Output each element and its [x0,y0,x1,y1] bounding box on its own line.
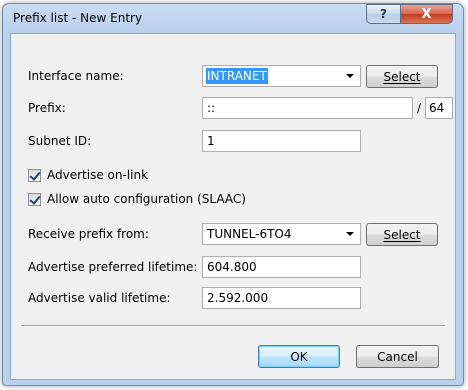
advertise-onlink-label: Advertise on-link [47,168,149,182]
cancel-button[interactable]: Cancel [356,345,439,368]
prefix-length-input[interactable]: 64 [425,97,453,119]
dialog-window: Prefix list - New Entry ? X Interface na… [2,3,464,386]
window-title: Prefix list - New Entry [13,11,143,25]
interface-select-button[interactable]: Select [366,65,438,88]
preferred-lifetime-label: Advertise preferred lifetime: [28,260,198,274]
close-icon: X [421,6,432,22]
valid-lifetime-input[interactable]: 2.592.000 [202,287,361,309]
close-button[interactable]: X [400,4,453,24]
receive-prefix-combobox[interactable]: TUNNEL-6TO4 [202,223,361,245]
dialog-body: Interface name: INTRANET Select Prefix: … [10,33,456,380]
chevron-down-icon [346,74,354,78]
subnet-id-input[interactable]: 1 [202,130,361,152]
receive-prefix-value: TUNNEL-6TO4 [207,227,292,241]
help-button[interactable]: ? [366,4,401,24]
title-bar[interactable]: Prefix list - New Entry ? X [3,4,463,32]
valid-lifetime-label: Advertise valid lifetime: [28,291,171,305]
subnet-id-label: Subnet ID: [28,134,92,148]
interface-select-label: Select [383,69,421,84]
receive-prefix-label: Receive prefix from: [28,227,149,241]
help-icon: ? [380,7,387,21]
ok-button[interactable]: OK [258,345,340,368]
receive-select-button[interactable]: Select [366,223,438,246]
interface-name-label: Interface name: [28,69,124,83]
prefix-slash: / [417,101,422,115]
interface-name-combobox[interactable]: INTRANET [202,65,361,87]
preferred-lifetime-input[interactable]: 604.800 [202,256,361,278]
slaac-checkbox[interactable] [28,193,41,206]
prefix-input[interactable]: :: [202,97,413,119]
prefix-label: Prefix: [28,101,66,115]
cancel-label: Cancel [377,349,418,364]
separator-line [21,325,445,327]
advertise-onlink-checkbox[interactable] [28,169,41,182]
slaac-label: Allow auto configuration (SLAAC) [47,192,246,206]
ok-label: OK [290,349,308,364]
chevron-down-icon [346,232,354,236]
interface-name-value: INTRANET [206,68,268,84]
receive-select-label: Select [383,227,421,242]
